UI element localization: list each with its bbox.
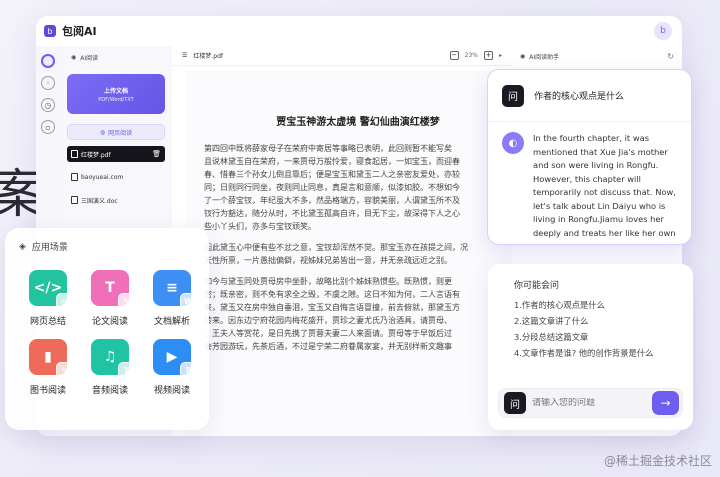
document-toolbar: ☰ 红楼梦.pdf − 23% + ▸	[172, 46, 512, 66]
scenario-label: 音频阅读	[91, 386, 128, 396]
avatar[interactable]: b	[654, 22, 672, 40]
question-row: 问 作者的核心观点是什么	[488, 70, 691, 122]
app-grid-icon: ◈	[19, 241, 26, 252]
zoom-in-button[interactable]: +	[483, 51, 493, 60]
web-read-button[interactable]: ◍ 网页阅读	[67, 124, 165, 140]
expand-icon[interactable]: ▸	[499, 52, 502, 59]
answer-text: In the fourth chapter, it was mentioned …	[533, 133, 676, 238]
file-name: 红楼梦.pdf	[81, 151, 111, 159]
scenario-item[interactable]: ▶ Ⅱ 视频阅读	[141, 339, 203, 396]
scenario-badge-icon: ✎	[56, 362, 73, 379]
zoom-level: 23%	[464, 52, 478, 59]
web-read-label: 网页阅读	[108, 129, 133, 137]
scenario-badge-icon: T	[118, 362, 135, 379]
scenario-label: 文档解析	[153, 317, 190, 327]
scenario-icon: ▶ Ⅱ	[153, 339, 197, 379]
scenario-glyph: ≡	[166, 280, 178, 296]
scenario-glyph: T	[105, 280, 115, 296]
scenario-item[interactable]: ≡ W 文档解析	[141, 270, 203, 327]
menu-icon[interactable]: ☰	[182, 52, 187, 59]
scenario-icon: ▮ ✎	[29, 339, 73, 379]
assistant-toolbar: ◉ AI阅读助手 ↻	[512, 46, 682, 66]
panel-header-label: AI阅读	[80, 54, 99, 62]
scenario-icon: T ✎	[91, 270, 135, 310]
scenarios-header: ◈ 应用场景	[5, 228, 209, 254]
watermark: @稀土掘金技术社区	[603, 454, 712, 468]
scenario-item[interactable]: ♫ T 音频阅读	[79, 339, 141, 396]
question-icon: 问	[504, 392, 526, 414]
scenario-badge-icon: ✎	[118, 293, 135, 310]
refresh-icon[interactable]: ↻	[667, 52, 674, 61]
rail-home-icon[interactable]	[41, 54, 55, 68]
scenarios-title: 应用场景	[31, 243, 68, 253]
document-paragraph: 第四回中既将薛家母子在荣府中寄居等事略已表明，此回则暂不能写矣 且说林黛玉自在荣…	[204, 144, 460, 231]
question-icon: 问	[502, 84, 524, 107]
zoom-control: − 23% + ▸	[449, 51, 502, 60]
scenario-label: 论文阅读	[91, 317, 128, 327]
app-logo-icon: b	[44, 25, 56, 37]
scenario-badge-icon: ◎	[56, 293, 73, 310]
question-text: 作者的核心观点是什么	[534, 92, 625, 102]
upload-formats: PDF/Word/TXT	[98, 96, 134, 103]
suggestion-item[interactable]: 2.这篇文章讲了什么	[514, 313, 693, 329]
document-title: 贾宝玉神游太虚境 警幻仙曲演红楼梦	[276, 117, 440, 128]
scenario-badge-icon: W	[180, 293, 197, 310]
scenario-icon: ≡ W	[153, 270, 197, 310]
file-item[interactable]: 三国演义.doc	[67, 192, 165, 208]
eye-icon: ◉	[71, 53, 77, 61]
panel-header: ◉ AI阅读	[67, 46, 165, 68]
suggestions-title: 你可能会问	[514, 281, 560, 291]
scenario-glyph: ▶	[166, 349, 178, 365]
file-item[interactable]: 红楼梦.pdf 🗑	[67, 146, 165, 162]
question-input-row: 问 →	[498, 388, 683, 418]
scenarios-grid: </> ◎ 网页总结 T ✎ 论文阅读 ≡ W 文档解析 ▮ ✎ 图书阅读 ♫ T 音频阅读 ▶ Ⅱ 视频阅读	[17, 270, 203, 396]
zoom-out-button[interactable]: −	[449, 51, 459, 60]
suggestion-item[interactable]: 3.分段总结这篇文章	[514, 329, 693, 345]
scenario-icon: </> ◎	[29, 270, 73, 310]
scenario-item[interactable]: </> ◎ 网页总结	[17, 270, 79, 327]
file-name: 三国演义.doc	[81, 197, 118, 205]
document-page: 贾宝玉神游太虚境 警幻仙曲演红楼梦 第四回中既将薛家母子在荣府中寄居等事略已表明…	[186, 71, 512, 436]
document-file-name: 红楼梦.pdf	[193, 53, 224, 60]
upload-label: 上传文档	[103, 87, 128, 95]
scenario-label: 网页总结	[29, 317, 66, 327]
file-icon	[71, 196, 78, 204]
scenario-glyph: ▮	[44, 349, 52, 365]
file-name: baoyueai.com	[81, 173, 124, 181]
eye-icon: ◉	[520, 52, 526, 60]
globe-icon: ◍	[99, 128, 106, 136]
suggestion-item[interactable]: 4.文章作者是谁? 他的创作背景是什么	[514, 345, 693, 361]
document-paragraph: 如今与黛玉同处贾母房中坐卧，故略比别个姊妹熟惯些。既熟惯，则更 密；既亲密，则不…	[204, 277, 460, 351]
question-input[interactable]	[532, 398, 652, 408]
file-icon	[71, 150, 78, 158]
suggestions-list: 1.作者的核心观点是什么 2.这篇文章讲了什么 3.分段总结这篇文章 4.文章作…	[488, 291, 693, 361]
scenario-item[interactable]: ▮ ✎ 图书阅读	[17, 339, 79, 396]
scenario-badge-icon: Ⅱ	[180, 362, 197, 379]
titlebar: b 包阅AI b	[36, 16, 682, 46]
rail-image-icon[interactable]: ▫	[41, 120, 55, 134]
file-item[interactable]: baoyueai.com	[67, 169, 165, 185]
scenario-label: 视频阅读	[153, 386, 190, 396]
suggestions-card: 你可能会问 1.作者的核心观点是什么 2.这篇文章讲了什么 3.分段总结这篇文章…	[488, 264, 693, 430]
scenarios-card: ◈ 应用场景 </> ◎ 网页总结 T ✎ 论文阅读 ≡ W 文档解析 ▮ ✎ 图书阅读 ♫ T 音频阅读 ▶…	[5, 228, 209, 430]
chat-card: 问 作者的核心观点是什么 ◐ In the fourth chapter, it…	[487, 69, 692, 245]
upload-button[interactable]: 上传文档 PDF/Word/TXT	[67, 74, 165, 114]
scenario-label: 图书阅读	[29, 386, 66, 396]
file-icon	[71, 173, 78, 181]
scenario-glyph: ♫	[103, 349, 117, 365]
scenario-icon: ♫ T	[91, 339, 135, 379]
app-title: 包阅AI	[62, 25, 97, 38]
assistant-title: AI阅读助手	[529, 53, 560, 61]
scenario-item[interactable]: T ✎ 论文阅读	[79, 270, 141, 327]
trash-icon[interactable]: 🗑	[152, 150, 161, 158]
ai-assistant-icon: ◐	[502, 132, 524, 154]
document-paragraph: 因此黛玉心中便有些不忿之意，宝钗却浑然不觉。那宝玉亦在孩提之间，况 天性所禀，一…	[204, 243, 468, 265]
rail-user-icon[interactable]: ◦	[41, 76, 55, 90]
rail-history-icon[interactable]: ◷	[41, 98, 55, 112]
answer-row: ◐ In the fourth chapter, it was mentione…	[488, 122, 691, 240]
file-list: 红楼梦.pdf 🗑 baoyueai.com 三国演义.doc	[67, 146, 165, 208]
send-button[interactable]: →	[652, 391, 679, 415]
suggestion-item[interactable]: 1.作者的核心观点是什么	[514, 297, 693, 313]
